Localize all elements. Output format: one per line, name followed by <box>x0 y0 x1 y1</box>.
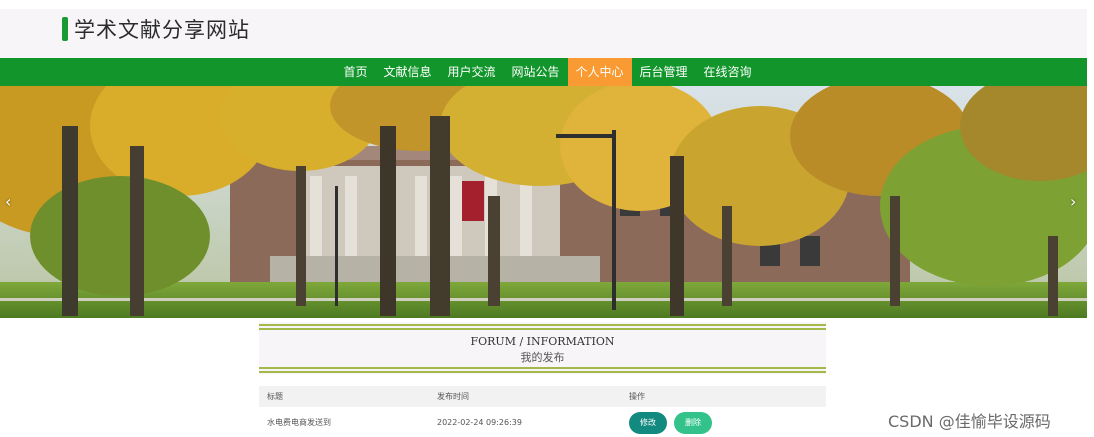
site-header: 学术文献分享网站 <box>0 9 1087 58</box>
column-header-time: 发布时间 <box>437 392 469 401</box>
table-header: 标题 发布时间 操作 <box>259 386 826 407</box>
carousel-prev-arrow[interactable]: ‹ <box>5 192 11 211</box>
banner-image <box>0 86 1087 318</box>
row-time: 2022-02-24 09:26:39 <box>437 418 522 427</box>
nav-item-literature[interactable]: 文献信息 <box>375 58 439 86</box>
nav-item-personal-center[interactable]: 个人中心 <box>567 58 632 86</box>
section-title-en: FORUM / INFORMATION <box>470 335 615 348</box>
delete-button[interactable]: 删除 <box>674 412 712 434</box>
logo-bar <box>62 17 68 41</box>
nav-item-admin[interactable]: 后台管理 <box>632 58 696 86</box>
column-header-actions: 操作 <box>629 392 645 401</box>
main-nav: 首页 文献信息 用户交流 网站公告 个人中心 后台管理 在线咨询 <box>0 58 1087 86</box>
nav-item-notice[interactable]: 网站公告 <box>503 58 567 86</box>
carousel-next-arrow[interactable]: › <box>1070 192 1076 211</box>
section-header: FORUM / INFORMATION 我的发布 <box>259 322 826 374</box>
nav-item-home[interactable]: 首页 <box>335 58 375 86</box>
nav-item-forum[interactable]: 用户交流 <box>439 58 503 86</box>
row-title[interactable]: 水电费电商发送到 <box>267 409 331 437</box>
section-title-cn: 我的发布 <box>520 351 565 364</box>
banner-carousel: ‹ › <box>0 86 1087 318</box>
section-divider-bottom <box>259 367 826 373</box>
nav-item-consult[interactable]: 在线咨询 <box>696 58 760 86</box>
edit-button[interactable]: 修改 <box>629 412 667 434</box>
watermark-text: CSDN @佳愉毕设源码 <box>888 412 1051 431</box>
column-header-title: 标题 <box>267 392 283 401</box>
section-divider-top <box>259 324 826 330</box>
site-title: 学术文献分享网站 <box>74 18 250 42</box>
table-row: 水电费电商发送到 2022-02-24 09:26:39 修改 删除 <box>259 409 826 437</box>
page: 学术文献分享网站 首页 文献信息 用户交流 网站公告 个人中心 后台管理 在线咨… <box>0 0 1094 437</box>
